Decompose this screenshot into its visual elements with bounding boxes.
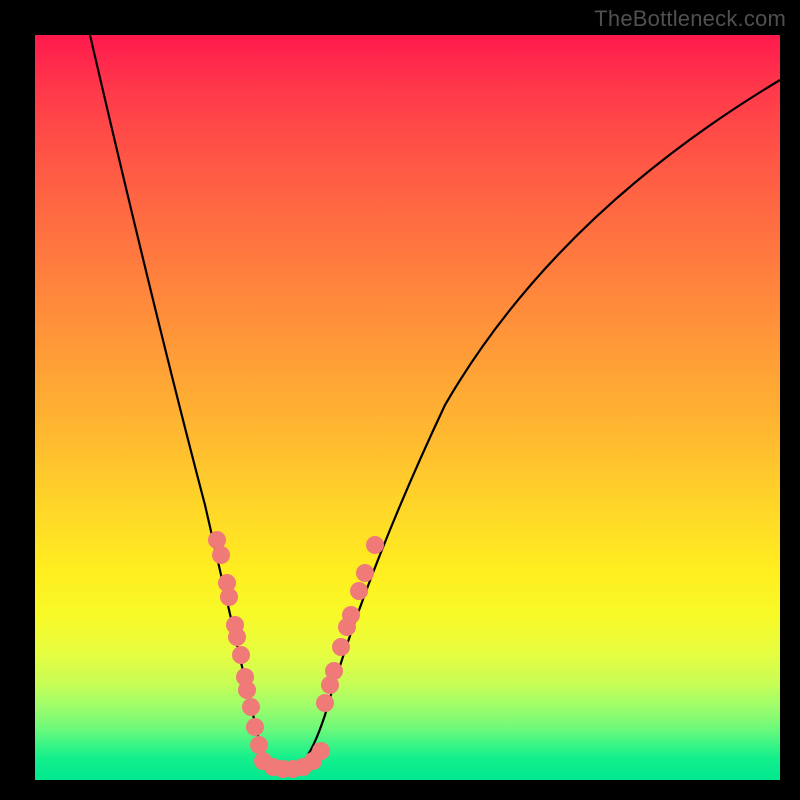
curve-svg <box>35 35 780 780</box>
plot-area <box>35 35 780 780</box>
watermark-text: TheBottleneck.com <box>594 6 786 32</box>
curve-left-branch <box>90 35 288 772</box>
dots-right-branch <box>316 536 384 712</box>
curve-right-branch <box>288 80 780 772</box>
chart-frame: TheBottleneck.com <box>0 0 800 800</box>
dots-left-branch <box>208 531 268 754</box>
